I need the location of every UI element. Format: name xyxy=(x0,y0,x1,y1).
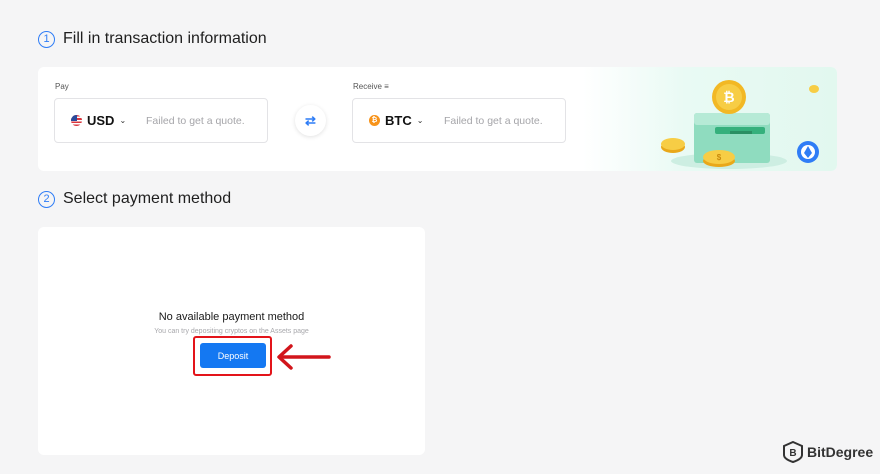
svg-text:$: $ xyxy=(717,153,722,162)
pay-currency-selector[interactable]: USD ⌄ xyxy=(71,113,146,128)
step-1-heading: 1 Fill in transaction information xyxy=(38,30,267,48)
pay-label: Pay xyxy=(55,82,69,91)
bitdegree-logo-icon: B xyxy=(783,441,803,463)
payment-method-card: No available payment method You can try … xyxy=(38,227,425,455)
step-1-number: 1 xyxy=(38,30,55,48)
step-2-title: Select payment method xyxy=(63,190,232,207)
step-2-heading: 2 Select payment method xyxy=(38,190,231,208)
swap-icon[interactable]: ⇄ xyxy=(295,105,326,136)
chevron-down-icon: ⌄ xyxy=(119,116,127,125)
pay-currency: USD xyxy=(87,113,115,128)
receive-currency-selector[interactable]: ₿ BTC ⌄ xyxy=(369,113,444,128)
pay-field[interactable]: USD ⌄ Failed to get a quote. xyxy=(54,98,268,143)
svg-text:₿: ₿ xyxy=(723,89,734,105)
empty-state-hint: You can try depositing cryptos on the As… xyxy=(154,328,309,335)
transaction-card: Pay USD ⌄ Failed to get a quote. ⇄ Recei… xyxy=(38,67,837,171)
chevron-down-icon: ⌄ xyxy=(416,116,424,125)
step-2-number: 2 xyxy=(38,190,55,208)
watermark-text: BitDegree xyxy=(807,444,874,460)
receive-currency: BTC xyxy=(385,113,412,128)
pay-quote: Failed to get a quote. xyxy=(146,114,245,127)
receive-quote: Failed to get a quote. xyxy=(444,114,543,127)
empty-state-title: No available payment method xyxy=(158,311,305,323)
bitdegree-watermark: B BitDegree xyxy=(783,441,873,463)
step-1-title: Fill in transaction information xyxy=(63,30,267,47)
receive-field[interactable]: ₿ BTC ⌄ Failed to get a quote. xyxy=(352,98,566,143)
crypto-illustration-graphic: ₿ $ xyxy=(661,80,819,169)
receive-label: Receive ≡ xyxy=(353,82,389,91)
us-flag-icon xyxy=(71,115,82,126)
deposit-button[interactable]: Deposit xyxy=(200,343,266,368)
btc-icon: ₿ xyxy=(369,115,380,126)
crypto-illustration: ₿ $ xyxy=(583,67,837,171)
svg-text:B: B xyxy=(789,448,796,459)
annotation-arrow-icon xyxy=(277,344,331,370)
